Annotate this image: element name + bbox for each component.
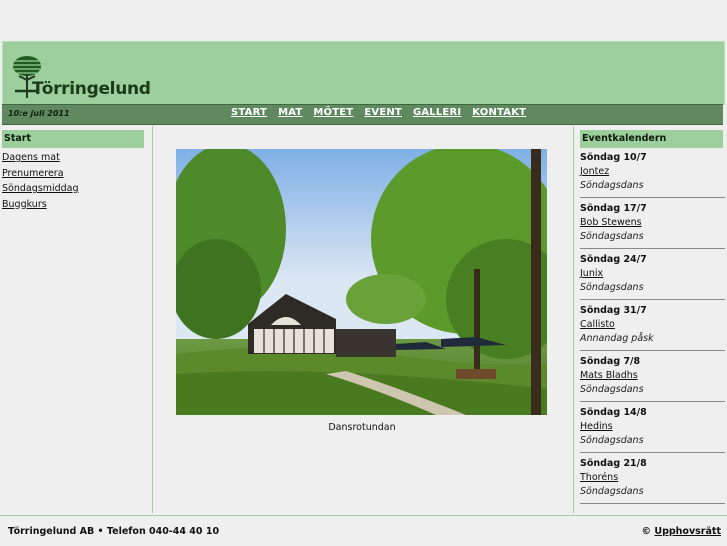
sidebar-link-prenumerera[interactable]: Prenumerera xyxy=(2,166,79,182)
right-sidebar: Eventkalendern Söndag 10/7 Jontez Söndag… xyxy=(573,126,725,513)
main-navigation: 10:e juli 2011 START MAT MÖTET EVENT GAL… xyxy=(2,104,723,125)
event-artist-link[interactable]: Callisto xyxy=(580,318,725,332)
event-date: Söndag 14/8 xyxy=(580,407,647,418)
event-item: Söndag 14/8 Hedins Söndagsdans xyxy=(580,406,725,453)
event-type: Söndagsdans xyxy=(580,384,644,395)
nav-motet[interactable]: MÖTET xyxy=(313,107,353,118)
event-list: Söndag 10/7 Jontez Söndagsdans Söndag 17… xyxy=(580,151,725,508)
event-date: Söndag 7/8 xyxy=(580,356,641,367)
copyright-link[interactable]: Upphovsrätt xyxy=(654,526,721,537)
copyright: © Upphovsrätt xyxy=(642,526,721,537)
site-footer: Törringelund AB • Telefon 040-44 40 10 ©… xyxy=(0,515,727,546)
event-artist-link[interactable]: Hedins xyxy=(580,420,725,434)
event-calendar-heading: Eventkalendern xyxy=(580,130,723,148)
site-header: Törringelund xyxy=(2,41,725,105)
event-artist-link[interactable]: Junix xyxy=(580,267,725,281)
top-spacer xyxy=(0,0,727,41)
event-artist-link[interactable]: Thoréns xyxy=(580,471,725,485)
event-item: Söndag 21/8 Thoréns Söndagsdans xyxy=(580,457,725,504)
event-artist-link[interactable]: Mats Bladhs xyxy=(580,369,725,383)
nav-event[interactable]: EVENT xyxy=(364,107,402,118)
event-artist-link[interactable]: Bob Stewens xyxy=(580,216,725,230)
logo-text[interactable]: Törringelund xyxy=(32,79,151,99)
event-date: Söndag 31/7 xyxy=(580,305,647,316)
sidebar-link-dagens-mat[interactable]: Dagens mat xyxy=(2,150,79,166)
sidebar-link-buggkurs[interactable]: Buggkurs xyxy=(2,197,79,213)
nav-kontakt[interactable]: KONTAKT xyxy=(472,107,526,118)
left-sidebar: Start Dagens mat Prenumerera Söndagsmidd… xyxy=(2,126,153,513)
nav-mat[interactable]: MAT xyxy=(278,107,302,118)
current-date: 10:e juli 2011 xyxy=(8,109,70,118)
event-item: Söndag 7/8 Mats Bladhs Söndagsdans xyxy=(580,355,725,402)
event-date: Söndag 17/7 xyxy=(580,203,647,214)
sidebar-link-sondagsmiddag[interactable]: Söndagsmiddag xyxy=(2,181,79,197)
sidebar-links: Dagens mat Prenumerera Söndagsmiddag Bug… xyxy=(2,150,79,212)
company-contact: Törringelund AB • Telefon 040-44 40 10 xyxy=(8,526,220,537)
event-artist-link[interactable]: Jontez xyxy=(580,165,725,179)
event-item: Söndag 24/7 Junix Söndagsdans xyxy=(580,253,725,300)
event-type: Söndagsdans xyxy=(580,231,644,242)
nav-start[interactable]: START xyxy=(231,107,267,118)
event-item: Söndag 17/7 Bob Stewens Söndagsdans xyxy=(580,202,725,249)
event-type: Söndagsdans xyxy=(580,486,644,497)
event-type: Söndagsdans xyxy=(580,180,644,191)
event-item: Söndag 31/7 Callisto Annandag påsk xyxy=(580,304,725,351)
dance-pavilion-photo xyxy=(176,149,547,415)
event-date: Söndag 10/7 xyxy=(580,152,647,163)
event-date: Söndag 21/8 xyxy=(580,458,647,469)
event-type: Söndagsdans xyxy=(580,435,644,446)
sidebar-heading: Start xyxy=(2,130,144,148)
nav-galleri[interactable]: GALLERI xyxy=(413,107,461,118)
event-type: Söndagsdans xyxy=(580,282,644,293)
copyright-symbol: © xyxy=(641,526,652,537)
photo-caption: Dansrotundan xyxy=(328,422,396,433)
nav-menu: START MAT MÖTET EVENT GALLERI KONTAKT xyxy=(231,107,537,118)
event-date: Söndag 24/7 xyxy=(580,254,647,265)
event-type: Annandag påsk xyxy=(580,333,654,344)
event-item: Söndag 10/7 Jontez Söndagsdans xyxy=(580,151,725,198)
main-content: Dansrotundan xyxy=(153,126,571,513)
